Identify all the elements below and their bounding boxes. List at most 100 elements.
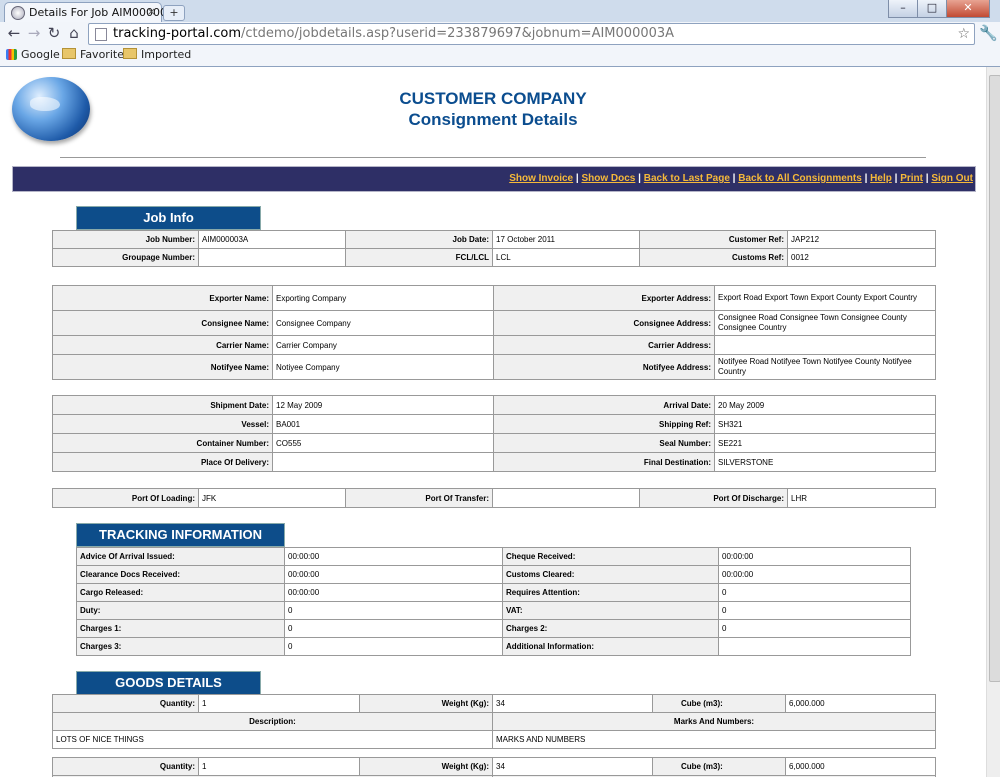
tracking-label: Advice Of Arrival Issued: [76,547,285,566]
browser-tab[interactable]: Details For Job AIM000003A × [4,2,182,23]
port-of-transfer-label: Port Of Transfer: [345,488,493,508]
shipment-table: Shipment Date: 12 May 2009 Arrival Date:… [52,395,936,472]
tracking-value: 0 [284,619,503,638]
browser-toolbar: ← → ↻ ⌂ tracking-portal.com/ctdemo/jobde… [0,22,1000,45]
print-link[interactable]: Print [900,173,923,184]
globe-logo-icon [12,77,90,141]
port-of-loading-value: JFK [198,488,346,508]
sign-out-link[interactable]: Sign Out [931,173,973,184]
final-destination-label: Final Destination: [493,452,715,472]
bookmark-favorites[interactable]: Favorites [62,48,130,61]
tracking-value: 00:00:00 [718,547,911,566]
tracking-label: Customs Cleared: [502,565,719,584]
port-of-discharge-value: LHR [787,488,936,508]
tab-bar: Details For Job AIM000003A × + – □ ✕ [0,0,1000,23]
exporter-name-label: Exporter Name: [52,285,273,311]
tracking-label: Charges 3: [76,637,285,656]
groupage-value [198,248,346,267]
marks-value: MARKS AND NUMBERS [492,730,936,749]
wrench-icon[interactable]: 🔧 [979,24,998,42]
shipping-ref-value: SH321 [714,414,936,434]
url-text: tracking-portal.com/ctdemo/jobdetails.as… [113,26,675,41]
tracking-label: Duty: [76,601,285,620]
weight-value: 34 [492,757,653,776]
bookmarks-bar: Google Favorites Imported [0,45,1000,66]
home-icon[interactable]: ⌂ [64,24,84,42]
window-close-icon[interactable]: ✕ [946,0,990,18]
notifyee-address-value: Notifyee Road Notifyee Town Notifyee Cou… [714,354,936,380]
cube-label: Cube (m3): [652,757,786,776]
vertical-scrollbar[interactable] [986,67,1000,777]
shipment-date-label: Shipment Date: [52,395,273,415]
tracking-table: Advice Of Arrival Issued: 00:00:00 Chequ… [76,547,911,656]
forward-arrow-icon[interactable]: → [24,24,44,42]
folder-icon [123,48,137,59]
consignee-address-value: Consignee Road Consignee Town Consignee … [714,310,936,336]
job-date-label: Job Date: [345,230,493,249]
maximize-icon[interactable]: □ [917,0,947,18]
tracking-label: Charges 1: [76,619,285,638]
tracking-value [718,637,911,656]
nav-links: Show Invoice | Show Docs | Back to Last … [509,173,973,184]
folder-icon [62,48,76,59]
ports-table: Port Of Loading: JFK Port Of Transfer: P… [52,488,936,508]
bookmark-star-icon[interactable]: ☆ [957,24,970,44]
parties-table: Exporter Name: Exporting Company Exporte… [52,285,936,380]
quantity-label: Quantity: [52,757,199,776]
notifyee-name-label: Notifyee Name: [52,354,273,380]
container-number-value: CO555 [272,433,494,453]
page-title: Consignment Details [408,110,578,129]
weight-value: 34 [492,694,653,713]
google-icon [6,49,17,60]
address-bar[interactable]: tracking-portal.com/ctdemo/jobdetails.as… [88,23,975,45]
shipment-date-value: 12 May 2009 [272,395,494,415]
exporter-address-label: Exporter Address: [493,285,715,311]
reload-icon[interactable]: ↻ [44,24,64,42]
job-info-heading: Job Info [76,206,261,230]
back-arrow-icon[interactable]: ← [4,24,24,42]
show-invoice-link[interactable]: Show Invoice [509,173,573,184]
tracking-label: Charges 2: [502,619,719,638]
show-docs-link[interactable]: Show Docs [581,173,635,184]
description-label: Description: [52,712,493,731]
weight-label: Weight (Kg): [359,694,493,713]
marks-label: Marks And Numbers: [492,712,936,731]
goods-item-table: Quantity: 1 Weight (Kg): 34 Cube (m3): 6… [52,757,936,777]
seal-number-label: Seal Number: [493,433,715,453]
exporter-name-value: Exporting Company [272,285,494,311]
browser-chrome: Details For Job AIM000003A × + – □ ✕ ← →… [0,0,1000,67]
container-number-label: Container Number: [52,433,273,453]
consignee-address-label: Consignee Address: [493,310,715,336]
job-number-value: AIM000003A [198,230,346,249]
new-tab-button[interactable]: + [163,5,185,21]
tracking-value: 0 [284,601,503,620]
tracking-value: 0 [284,637,503,656]
cube-label: Cube (m3): [652,694,786,713]
scrollbar-thumb[interactable] [989,75,1000,682]
goods-details-heading: GOODS DETAILS [76,671,261,695]
tracking-value: 0 [718,583,911,602]
bookmark-google[interactable]: Google [6,48,60,61]
job-info-table: Job Number: AIM000003A Job Date: 17 Octo… [52,230,936,267]
minimize-icon[interactable]: – [888,0,918,18]
page-icon [95,28,107,41]
customer-ref-label: Customer Ref: [639,230,788,249]
shipping-ref-label: Shipping Ref: [493,414,715,434]
port-of-discharge-label: Port Of Discharge: [639,488,788,508]
port-of-transfer-value [492,488,640,508]
tracking-value: 00:00:00 [284,547,503,566]
back-to-last-page-link[interactable]: Back to Last Page [644,173,730,184]
vessel-value: BA001 [272,414,494,434]
tracking-value: 0 [718,601,911,620]
tracking-value: 00:00:00 [718,565,911,584]
arrival-date-value: 20 May 2009 [714,395,936,415]
help-link[interactable]: Help [870,173,892,184]
carrier-name-label: Carrier Name: [52,335,273,355]
quantity-value: 1 [198,694,360,713]
back-to-all-consignments-link[interactable]: Back to All Consignments [738,173,862,184]
cube-value: 6,000.000 [785,757,936,776]
description-value: LOTS OF NICE THINGS [52,730,493,749]
tab-close-icon[interactable]: × [147,5,156,18]
carrier-name-value: Carrier Company [272,335,494,355]
bookmark-imported[interactable]: Imported [123,48,191,61]
